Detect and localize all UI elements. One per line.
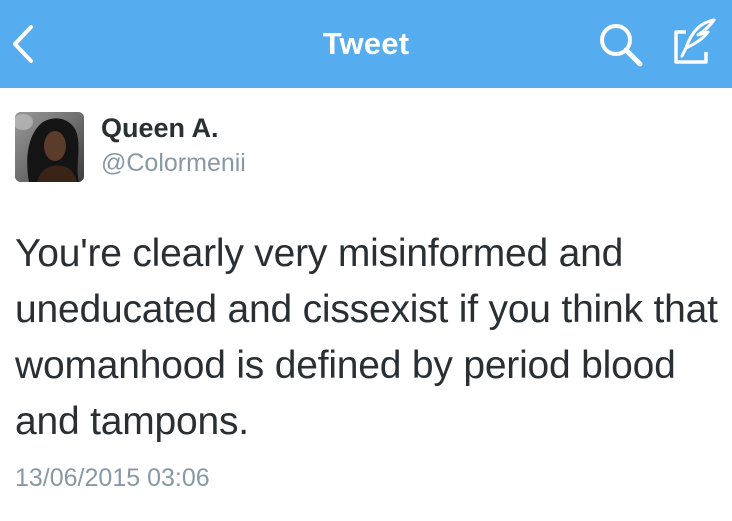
avatar[interactable]: [15, 112, 84, 182]
author-display-name[interactable]: Queen A.: [101, 113, 219, 144]
compose-tweet-icon: [674, 18, 716, 64]
author-handle[interactable]: @Colormenii: [101, 149, 246, 178]
search-icon: [600, 24, 643, 67]
back-button[interactable]: [0, 0, 60, 88]
profile-photo-image: [15, 112, 84, 182]
compose-tweet-button[interactable]: [664, 14, 722, 72]
top-nav-bar: Tweet: [0, 0, 732, 88]
tweet-timestamp: 13/06/2015 03:06: [15, 464, 210, 492]
tweet-detail-screen: Tweet Queen A. @Colormenii You're clearl…: [0, 0, 732, 521]
tweet-text: You're clearly very misinformed and uned…: [15, 232, 718, 443]
chevron-left-icon: [13, 25, 33, 63]
search-button[interactable]: [596, 20, 648, 70]
